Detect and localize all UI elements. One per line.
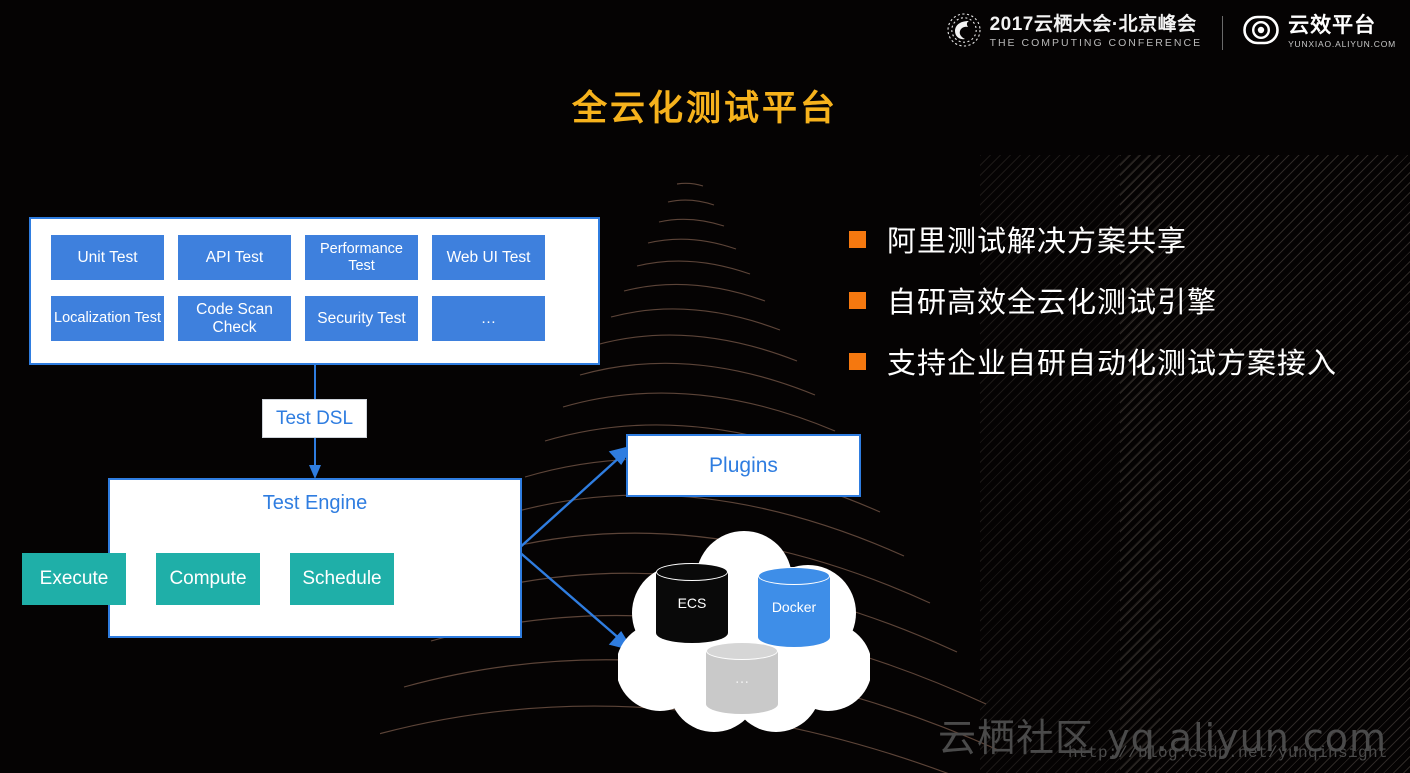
bullet-square-icon: [849, 352, 866, 370]
engine-module-schedule[interactable]: Schedule: [290, 553, 394, 605]
test-type-box[interactable]: Security Test: [305, 296, 418, 341]
test-type-box[interactable]: …: [432, 296, 545, 341]
yunxiao-eye-logo-icon: [1243, 13, 1279, 52]
conference-globe-logo-icon: [947, 13, 981, 52]
test-types-panel: Unit Test API Test Performance Test Web …: [29, 217, 600, 365]
yunxiao-title-en: YUNXIAO.ALIYUN.COM: [1288, 39, 1396, 50]
conference-title-cn: 2017云栖大会·北京峰会: [989, 14, 1197, 36]
bullet-text: 阿里测试解决方案共享: [887, 224, 1188, 258]
conference-brand: 2017云栖大会·北京峰会 THE COMPUTING CONFERENCE: [947, 13, 1203, 52]
bullet-item: 自研高效全云化测试引擎: [849, 279, 1337, 321]
yunxiao-title-cn: 云效平台: [1288, 14, 1377, 38]
test-engine-title: Test Engine: [262, 492, 368, 514]
page-title: 全云化测试平台: [571, 89, 838, 129]
cloud-resources: ECS Docker …: [618, 527, 870, 732]
test-type-box[interactable]: Performance Test: [305, 235, 418, 280]
bullet-square-icon: [849, 230, 866, 248]
brand-logos: 2017云栖大会·北京峰会 THE COMPUTING CONFERENCE 云…: [947, 13, 1396, 52]
bullet-square-icon: [849, 291, 866, 309]
cloud-resource-more[interactable]: …: [706, 642, 778, 714]
test-type-box[interactable]: Localization Test: [51, 296, 164, 341]
bullet-text: 自研高效全云化测试引擎: [887, 285, 1218, 319]
test-dsl-label[interactable]: Test DSL: [262, 399, 367, 438]
test-type-box[interactable]: Web UI Test: [432, 235, 545, 280]
test-type-box[interactable]: Unit Test: [51, 235, 164, 280]
bullet-text: 支持企业自研自动化测试方案接入: [887, 346, 1338, 380]
header-bar: 2017云栖大会·北京峰会 THE COMPUTING CONFERENCE 云…: [0, 0, 1410, 66]
cloud-resource-label: ECS: [677, 595, 707, 611]
plugins-box[interactable]: Plugins: [626, 434, 861, 497]
conference-title-en: THE COMPUTING CONFERENCE: [989, 37, 1203, 50]
engine-module-execute[interactable]: Execute: [22, 553, 126, 605]
test-types-grid: Unit Test API Test Performance Test Web …: [51, 235, 582, 341]
engine-module-compute[interactable]: Compute: [156, 553, 260, 605]
engine-modules-row: Execute Compute Schedule: [22, 553, 394, 605]
bullet-item: 阿里测试解决方案共享: [849, 218, 1337, 260]
header-divider: [1222, 15, 1224, 50]
test-type-box[interactable]: Code Scan Check: [178, 296, 291, 341]
yunxiao-brand: 云效平台 YUNXIAO.ALIYUN.COM: [1243, 13, 1396, 52]
feature-bullet-list: 阿里测试解决方案共享 自研高效全云化测试引擎 支持企业自研自动化测试方案接入: [849, 218, 1337, 401]
watermark-secondary: http://blog.csdn.net/yunqinsight: [1068, 744, 1389, 762]
cloud-resource-ecs[interactable]: ECS: [656, 563, 728, 643]
cloud-resource-label: Docker: [771, 599, 817, 615]
test-type-box[interactable]: API Test: [178, 235, 291, 280]
bullet-item: 支持企业自研自动化测试方案接入: [849, 340, 1337, 382]
cloud-resource-docker[interactable]: Docker: [758, 567, 830, 647]
cloud-resource-label: …: [734, 669, 750, 687]
